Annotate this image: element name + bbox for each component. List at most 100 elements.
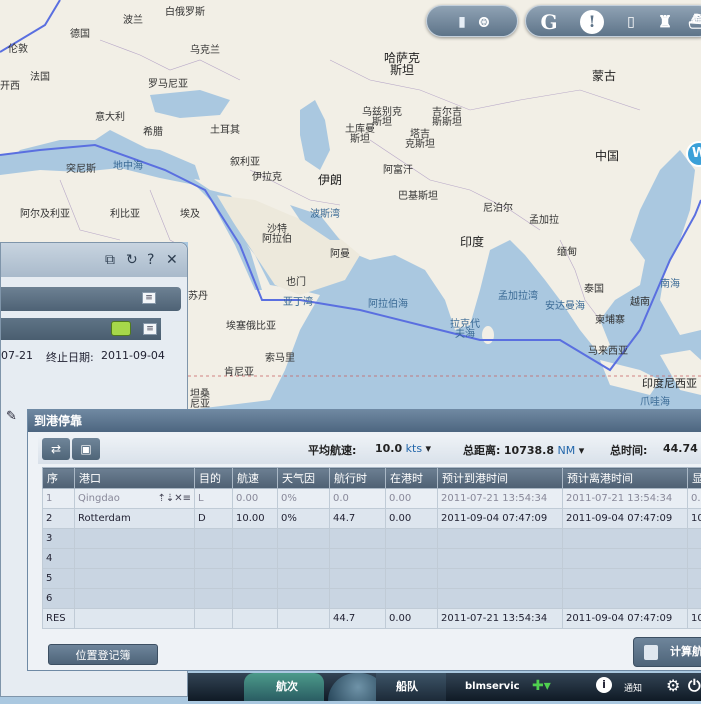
- cell-port[interactable]: [75, 549, 195, 569]
- table-row[interactable]: 1 Qingdao⇡⇣✕≡ L 0.00 0% 0.0 0.00 2011-07…: [43, 489, 701, 509]
- cell-inport[interactable]: [386, 529, 438, 549]
- col-seq[interactable]: 序: [43, 468, 75, 489]
- lighthouse-icon[interactable]: ♜: [654, 11, 676, 33]
- cell-port[interactable]: Qingdao⇡⇣✕≡: [75, 489, 195, 509]
- cell-weather[interactable]: 0%: [278, 489, 330, 509]
- cell-eta[interactable]: [438, 589, 563, 609]
- help-icon[interactable]: ?: [147, 252, 154, 268]
- cell-speed[interactable]: [233, 589, 278, 609]
- move-up-icon[interactable]: ⇡: [157, 493, 165, 504]
- table-row[interactable]: 4: [43, 549, 701, 569]
- col-port-time[interactable]: 在港时: [386, 468, 438, 489]
- col-etd[interactable]: 预计离港时间: [563, 468, 688, 489]
- ship-icon[interactable]: ⛴: [686, 11, 701, 33]
- add-icon[interactable]: ✚▾: [532, 678, 551, 694]
- col-port[interactable]: 港口: [75, 468, 195, 489]
- satellite-dish-icon[interactable]: ⊛: [473, 11, 495, 33]
- eye-icon[interactable]: [111, 321, 131, 336]
- table-row[interactable]: 2 Rotterdam D 10.00 0% 44.7 0.00 2011-09…: [43, 509, 701, 529]
- cell-seq: 6: [43, 589, 75, 609]
- cell-inport[interactable]: 0.00: [386, 509, 438, 529]
- cell-port[interactable]: [75, 589, 195, 609]
- cell-inport[interactable]: [386, 549, 438, 569]
- alert-icon[interactable]: !: [580, 10, 604, 34]
- cell-weather[interactable]: [278, 529, 330, 549]
- window-icon[interactable]: ⧉: [105, 252, 115, 268]
- cell-weather: [278, 609, 330, 629]
- notify-label[interactable]: 通知: [624, 681, 642, 694]
- info-icon[interactable]: i: [596, 677, 612, 693]
- cell-speed[interactable]: [233, 549, 278, 569]
- ruler-icon[interactable]: ▯: [620, 11, 642, 33]
- table-row[interactable]: 5: [43, 569, 701, 589]
- cell-purpose[interactable]: [195, 549, 233, 569]
- pencil-icon[interactable]: ✎: [6, 409, 17, 424]
- map-label-laccadive: 拉克代 夫海: [450, 320, 480, 340]
- refresh-icon[interactable]: ↻: [126, 252, 138, 268]
- col-speed[interactable]: 航速: [233, 468, 278, 489]
- col-sail-time[interactable]: 航行时: [330, 468, 386, 489]
- avg-speed-value: 10.0: [375, 442, 402, 455]
- cell-purpose[interactable]: D: [195, 509, 233, 529]
- cell-weather[interactable]: [278, 569, 330, 589]
- map-label-greece: 希腊: [143, 128, 163, 138]
- google-icon[interactable]: G: [538, 11, 560, 33]
- power-icon[interactable]: ⏻: [688, 676, 701, 696]
- total-distance-unit[interactable]: NM: [558, 444, 576, 457]
- cell-etd[interactable]: [563, 529, 688, 549]
- cell-eta[interactable]: [438, 549, 563, 569]
- cell-seq: 4: [43, 549, 75, 569]
- col-eta[interactable]: 预计到港时间: [438, 468, 563, 489]
- cell-eta[interactable]: 2011-09-04 07:47:09: [438, 509, 563, 529]
- cell-weather[interactable]: [278, 589, 330, 609]
- table-row[interactable]: 6: [43, 589, 701, 609]
- cell-speed[interactable]: 0.00: [233, 489, 278, 509]
- cell-port[interactable]: [75, 529, 195, 549]
- table-row[interactable]: 3: [43, 529, 701, 549]
- signal-icon[interactable]: ▮: [451, 11, 473, 33]
- delete-icon[interactable]: ✕: [174, 493, 182, 504]
- cell-speed[interactable]: [233, 529, 278, 549]
- move-down-icon[interactable]: ⇣: [166, 493, 174, 504]
- list-icon[interactable]: ≡: [183, 493, 191, 504]
- cell-weather[interactable]: 0%: [278, 509, 330, 529]
- map-label-tunisia: 突尼斯: [66, 165, 96, 175]
- user-label[interactable]: blmservic: [465, 681, 520, 692]
- cell-etd[interactable]: 2011-09-04 07:47:09: [563, 509, 688, 529]
- avg-speed-unit[interactable]: kts: [406, 442, 422, 455]
- reverse-icon[interactable]: ⇄: [42, 438, 70, 460]
- cell-purpose[interactable]: [195, 589, 233, 609]
- cell-etd[interactable]: 2011-07-21 13:54:34: [563, 489, 688, 509]
- cell-inport[interactable]: [386, 589, 438, 609]
- calculate-button[interactable]: 计算航: [633, 637, 701, 667]
- position-register-button[interactable]: 位置登记簿: [48, 644, 158, 665]
- cell-purpose[interactable]: L: [195, 489, 233, 509]
- cell-eta[interactable]: [438, 569, 563, 589]
- col-weather[interactable]: 天气因: [278, 468, 330, 489]
- col-extra[interactable]: 显: [688, 468, 701, 489]
- cell-eta[interactable]: 2011-07-21 13:54:34: [438, 489, 563, 509]
- gear-icon[interactable]: ⚙: [666, 676, 680, 695]
- cell-eta[interactable]: [438, 529, 563, 549]
- cell-speed[interactable]: 10.00: [233, 509, 278, 529]
- cell-inport[interactable]: 0.00: [386, 489, 438, 509]
- menu-icon[interactable]: ≡: [142, 292, 156, 304]
- cell-weather[interactable]: [278, 549, 330, 569]
- menu-icon-2[interactable]: ≡: [143, 323, 157, 335]
- cell-inport[interactable]: [386, 569, 438, 589]
- fleet-tab[interactable]: 船队: [376, 673, 446, 701]
- cell-port[interactable]: Rotterdam: [75, 509, 195, 529]
- close-icon[interactable]: ✕: [166, 252, 178, 268]
- cell-etd[interactable]: [563, 569, 688, 589]
- cell-purpose[interactable]: [195, 529, 233, 549]
- left-panel-subbar: ≡: [1, 318, 161, 340]
- cell-port[interactable]: [75, 569, 195, 589]
- cell-etd[interactable]: [563, 589, 688, 609]
- map-label-thailand: 泰国: [584, 285, 604, 295]
- cell-etd[interactable]: [563, 549, 688, 569]
- cell-speed[interactable]: [233, 569, 278, 589]
- save-icon[interactable]: ▣: [72, 438, 100, 460]
- voyage-tab[interactable]: 航次: [244, 673, 324, 701]
- cell-purpose[interactable]: [195, 569, 233, 589]
- col-purpose[interactable]: 目的: [195, 468, 233, 489]
